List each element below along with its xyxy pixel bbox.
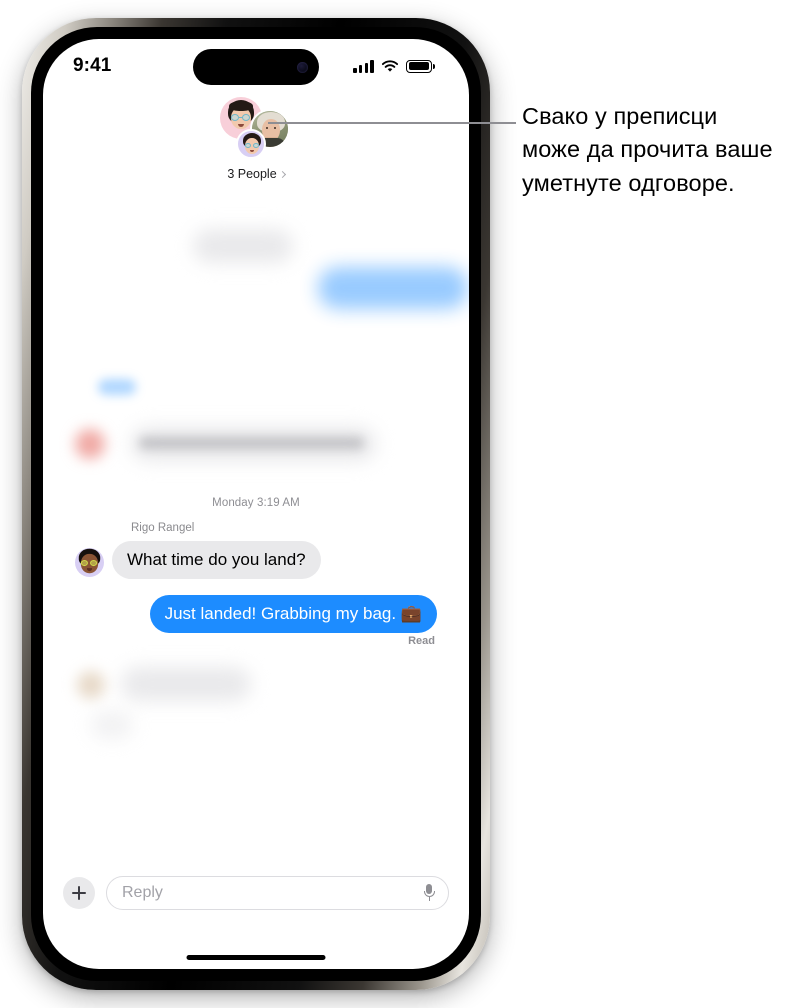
reply-input[interactable]: Reply bbox=[106, 876, 449, 910]
group-avatars[interactable] bbox=[208, 97, 304, 163]
outgoing-message-bubble[interactable]: Just landed! Grabbing my bag. 💼 bbox=[149, 595, 443, 634]
status-bar-clock: 9:41 bbox=[73, 55, 112, 76]
incoming-message-row: What time do you land? bbox=[75, 541, 321, 580]
reply-placeholder: Reply bbox=[122, 884, 163, 901]
chevron-right-icon bbox=[278, 170, 286, 178]
microphone-icon[interactable] bbox=[423, 884, 436, 902]
battery-icon bbox=[406, 59, 435, 73]
add-attachment-button[interactable] bbox=[63, 877, 95, 909]
callout-leader-line bbox=[268, 122, 516, 124]
wifi-icon bbox=[381, 59, 399, 72]
memoji-purple-avatar-small[interactable] bbox=[75, 548, 104, 578]
cellular-signal-icon bbox=[353, 59, 374, 73]
read-receipt-label: Read bbox=[408, 635, 435, 647]
memoji-purple-avatar[interactable] bbox=[236, 129, 266, 159]
message-timestamp: Monday 3:19 AM bbox=[212, 497, 300, 509]
front-camera-icon bbox=[297, 61, 308, 73]
phone-frame: 9:41 3 People Monday 3:19 AM Rigo Rangel… bbox=[22, 18, 490, 990]
home-indicator[interactable] bbox=[186, 955, 326, 960]
message-input-bar: Reply bbox=[43, 863, 469, 923]
incoming-message-bubble[interactable]: What time do you land? bbox=[107, 541, 321, 580]
people-count-row[interactable]: 3 People bbox=[227, 167, 286, 181]
screenshot-stage: 9:41 3 People Monday 3:19 AM Rigo Rangel… bbox=[0, 0, 785, 1008]
people-count-label: 3 People bbox=[227, 167, 277, 181]
group-conversation-header[interactable]: 3 People bbox=[43, 97, 469, 181]
status-bar-indicators bbox=[353, 59, 435, 73]
dynamic-island bbox=[193, 49, 319, 85]
phone-screen: 9:41 3 People Monday 3:19 AM Rigo Rangel… bbox=[43, 39, 469, 969]
outgoing-message-row: Just landed! Grabbing my bag. 💼 bbox=[149, 595, 443, 634]
message-sender-name: Rigo Rangel bbox=[131, 522, 195, 534]
phone-bezel: 9:41 3 People Monday 3:19 AM Rigo Rangel… bbox=[31, 27, 481, 981]
plus-icon bbox=[72, 886, 86, 900]
callout-text: Свако у преписци може да прочита ваше ум… bbox=[522, 103, 773, 196]
